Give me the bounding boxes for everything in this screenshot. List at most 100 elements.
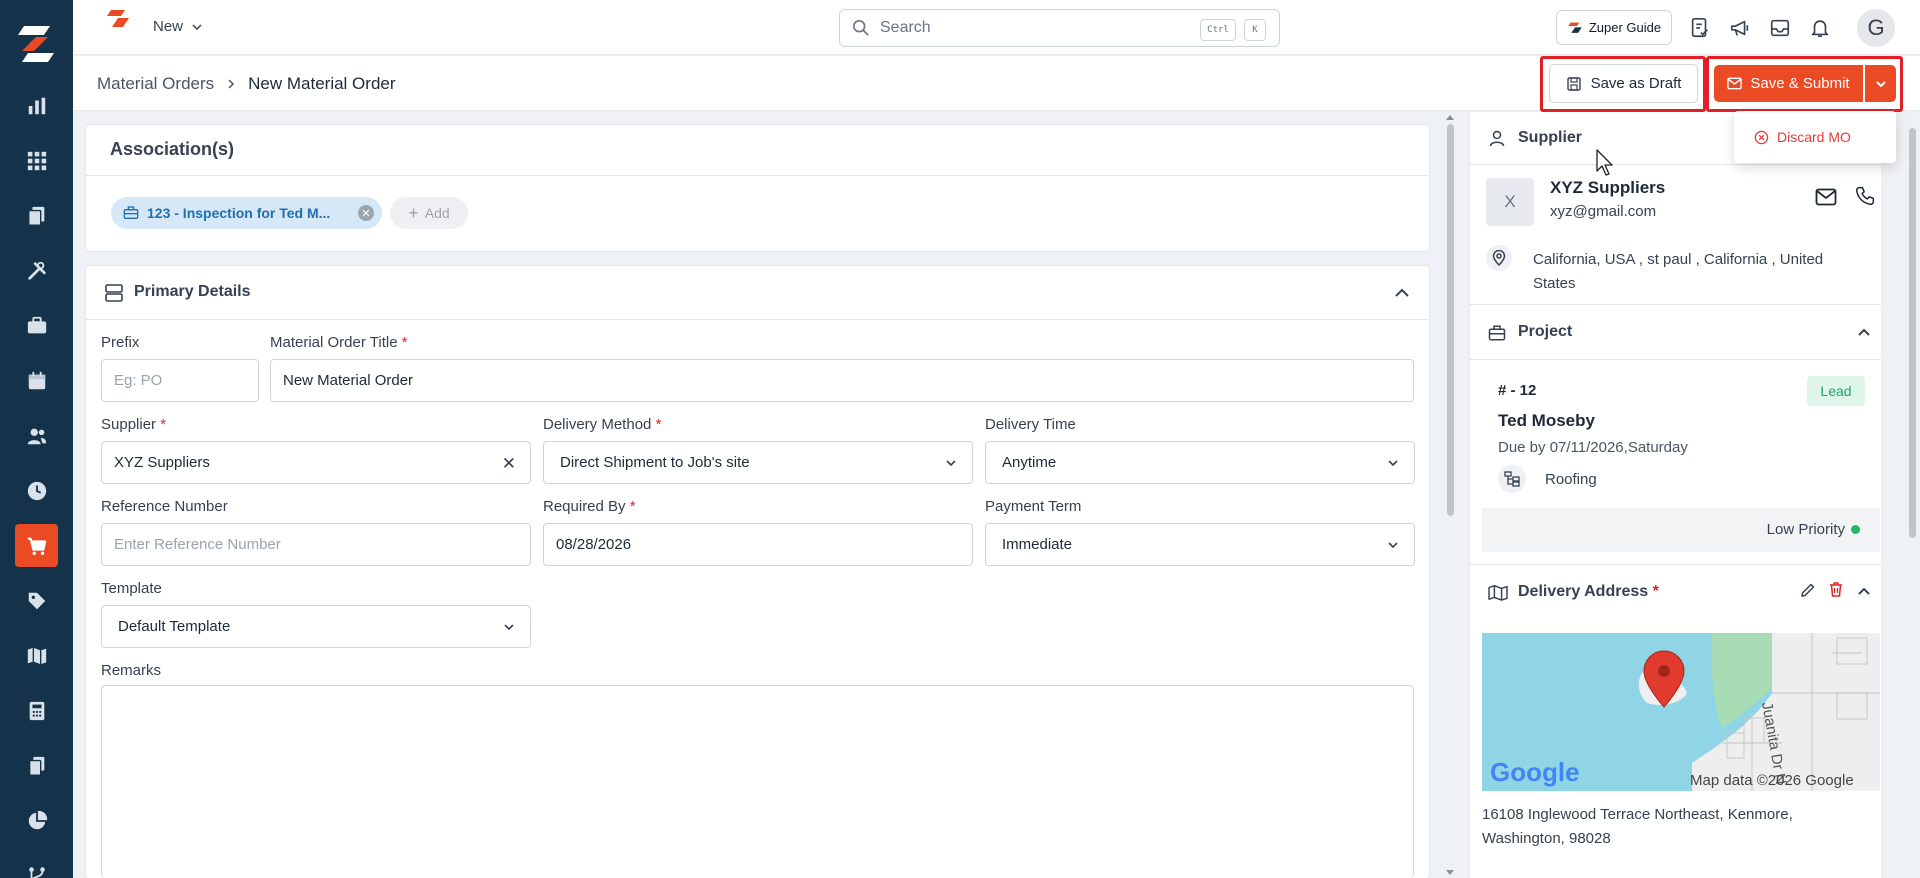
delivery-time-select[interactable]: Anytime [985,441,1415,484]
reference-number-input[interactable]: Enter Reference Number [101,523,531,566]
sidebar-item-customers[interactable] [15,414,58,457]
workflow-icon [28,866,45,878]
briefcase-icon [27,316,46,333]
zuper-guide-icon [1568,21,1582,33]
project-stage-badge: Lead [1807,376,1865,406]
material-order-title-label: Material Order Title * [270,334,408,351]
required-by-label: Required By * [543,498,636,515]
calculator-icon [29,701,44,720]
supplier-address-line1: California, USA , st paul , California ,… [1533,251,1824,268]
notifications-button[interactable] [1806,14,1834,42]
remarks-label: Remarks [101,662,162,679]
chevron-up-icon[interactable] [1856,583,1872,599]
project-category: Roofing [1545,471,1597,488]
files-icon [28,756,44,776]
map-icon [27,647,46,664]
primary-details-title: Primary Details [134,283,251,300]
required-by-date-input[interactable]: 08/28/2026 [543,523,973,566]
divider [1470,564,1881,565]
prefix-input[interactable]: Eg: PO [101,359,259,402]
trash-icon[interactable] [1828,581,1844,598]
reference-number-label: Reference Number [101,498,228,515]
delivery-time-label: Delivery Time [985,416,1076,433]
material-order-title-input[interactable]: New Material Order [270,359,1414,402]
supplier-address: California, USA , st paul , California ,… [1533,248,1853,296]
sidebar-item-timesheets[interactable] [15,469,58,512]
project-number: # - 12 [1498,382,1537,399]
supplier-select[interactable]: XYZ Suppliers ✕ [101,441,531,484]
inbox-button[interactable] [1766,14,1794,42]
tools-icon [27,261,46,280]
sidebar-item-reports[interactable] [15,799,58,842]
mouse-cursor-icon [1596,149,1613,176]
zuper-logo-icon[interactable] [14,20,58,64]
delivery-address-line1: 16108 Inglewood Terrace Northeast, Kenmo… [1482,806,1793,823]
associations-card: Association(s) 123 - Inspection for Ted … [85,124,1430,252]
scroll-up-icon[interactable] [1446,115,1454,120]
discard-mo-menu-item[interactable]: Discard MO [1734,111,1896,163]
sidebar-item-projects[interactable] [15,304,58,347]
chevron-up-icon[interactable] [1393,284,1411,302]
clear-supplier-icon[interactable]: ✕ [502,454,516,474]
sidebar-item-invoices[interactable] [15,744,58,787]
edit-pencil-icon[interactable] [1800,582,1816,598]
breadcrumb-material-orders[interactable]: Material Orders [97,74,214,94]
bar-chart-icon [28,97,45,114]
scrollbar-thumb[interactable] [1447,124,1454,516]
map-image: Juanita Dr N Google Map data ©2026 Googl… [1482,633,1880,791]
search-input[interactable] [880,19,1180,37]
priority-indicator: Low Priority [1767,521,1860,538]
supplier-value: XYZ Suppliers [114,454,210,471]
highlight-save-submit [1706,56,1903,112]
chevron-up-icon[interactable] [1856,324,1872,340]
association-chip[interactable]: 123 - Inspection for Ted M... ✕ [111,197,382,229]
phone-icon[interactable] [1855,186,1875,206]
side-panel-scrollbar[interactable] [1906,112,1918,878]
supplier-label: Supplier * [101,416,167,433]
zuper-guide-button[interactable]: Zuper Guide [1556,10,1672,45]
new-label: New [153,18,184,35]
scrollbar-thumb[interactable] [1909,128,1916,538]
search-icon [852,19,869,36]
sidebar-item-workflows[interactable] [15,854,58,878]
primary-details-header[interactable]: Primary Details [86,266,1429,320]
delivery-address-text: 16108 Inglewood Terrace Northeast, Kenmo… [1482,803,1862,851]
remarks-textarea[interactable] [101,685,1414,878]
bell-icon [1811,20,1829,38]
user-avatar[interactable]: G [1857,9,1895,47]
payment-term-label: Payment Term [985,498,1082,515]
page-title: New Material Order [248,74,396,93]
cart-icon [27,537,46,555]
main-scrollbar[interactable] [1444,112,1456,878]
add-association-button[interactable]: + Add [390,197,468,229]
sidebar-item-requests[interactable] [15,194,58,237]
announcements-button[interactable] [1726,14,1754,42]
clock-icon [27,481,46,500]
remove-association-icon[interactable]: ✕ [358,205,374,221]
project-due-date: Due by 07/11/2026,Saturday [1498,439,1688,456]
tasks-button[interactable] [1686,14,1714,42]
sidebar-item-analytics[interactable] [15,84,58,127]
priority-label: Low Priority [1766,521,1845,538]
sidebar-item-schedule[interactable] [15,359,58,402]
payment-term-select[interactable]: Immediate [985,523,1415,566]
scroll-down-icon[interactable] [1446,870,1454,875]
email-icon[interactable] [1815,188,1837,206]
chevron-down-icon [946,460,956,467]
sidebar-item-pricing[interactable] [15,579,58,622]
template-select[interactable]: Default Template [101,605,531,648]
pie-chart-icon [28,810,47,829]
google-logo: Google [1490,757,1580,787]
sidebar-item-map[interactable] [15,634,58,677]
sidebar-item-jobs[interactable] [15,249,58,292]
sidebar-item-purchase[interactable] [15,524,58,567]
sidebar-item-estimates[interactable] [15,689,58,732]
priority-dot-icon [1851,525,1860,534]
global-search[interactable]: Ctrl K [839,9,1280,47]
new-menu-button[interactable]: New [153,18,203,35]
delivery-method-label: Delivery Method * [543,416,662,433]
delivery-map[interactable]: Juanita Dr N Google Map data ©2026 Googl… [1482,633,1880,791]
delivery-method-select[interactable]: Direct Shipment to Job's site [543,441,973,484]
sidebar-item-dashboard[interactable] [15,139,58,182]
associations-title: Association(s) [110,139,235,159]
